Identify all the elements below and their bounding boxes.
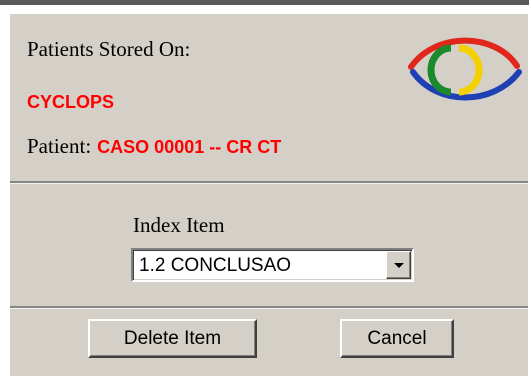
index-item-section: Index Item 1.2 CONCLUSAO: [10, 181, 528, 306]
index-item-selected-value: 1.2 CONCLUSAO: [139, 255, 292, 276]
patient-row: Patient: CASO 00001 -- CR CT: [27, 134, 281, 158]
delete-item-dialog: Patients Stored On: CYCLOPS Patient: CAS…: [10, 14, 528, 376]
cancel-button[interactable]: Cancel: [340, 319, 454, 358]
window-top-border: [0, 0, 529, 5]
patients-stored-on-label: Patients Stored On:: [27, 37, 191, 61]
patient-label: Patient:: [27, 134, 92, 158]
index-item-select[interactable]: 1.2 CONCLUSAO: [131, 248, 414, 282]
chevron-down-icon[interactable]: [386, 251, 411, 279]
patient-value: CASO 00001 -- CR CT: [97, 137, 282, 157]
patient-info-section: Patients Stored On: CYCLOPS Patient: CAS…: [10, 14, 528, 181]
eye-logo-icon: [405, 34, 525, 104]
server-name: CYCLOPS: [27, 92, 115, 112]
index-item-label: Index Item: [133, 213, 225, 237]
delete-item-button[interactable]: Delete Item: [88, 319, 257, 358]
actions-section: Delete Item Cancel: [10, 306, 528, 376]
